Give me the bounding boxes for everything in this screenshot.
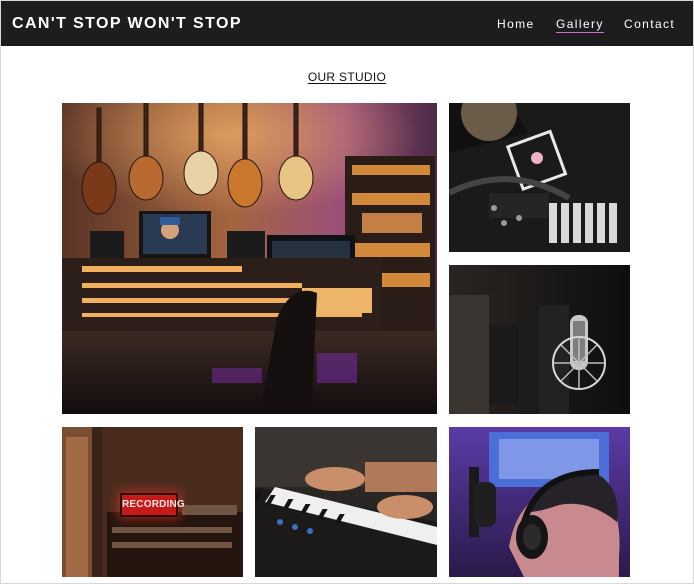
site-brand[interactable]: CAN'T STOP WON'T STOP bbox=[12, 15, 242, 33]
piano-keyboard-photo[interactable] bbox=[255, 427, 437, 577]
nav-contact-link[interactable]: Contact bbox=[624, 17, 675, 31]
headphones-producer-photo[interactable] bbox=[449, 427, 630, 577]
nav-home-link[interactable]: Home bbox=[497, 17, 535, 31]
recording-sign-text: RECORDING bbox=[120, 493, 185, 517]
section-title-text: OUR STUDIO bbox=[307, 70, 387, 84]
studio-control-room-photo[interactable] bbox=[62, 103, 437, 414]
condenser-microphone-photo[interactable] bbox=[449, 265, 630, 414]
nav-gallery-link[interactable]: Gallery bbox=[556, 17, 604, 33]
section-heading: OUR STUDIO bbox=[0, 68, 694, 86]
recording-sign-photo[interactable]: RECORDING bbox=[62, 427, 243, 577]
site-header: CAN'T STOP WON'T STOP Home Gallery Conta… bbox=[1, 1, 693, 46]
mixer-controller-photo[interactable] bbox=[449, 103, 630, 252]
